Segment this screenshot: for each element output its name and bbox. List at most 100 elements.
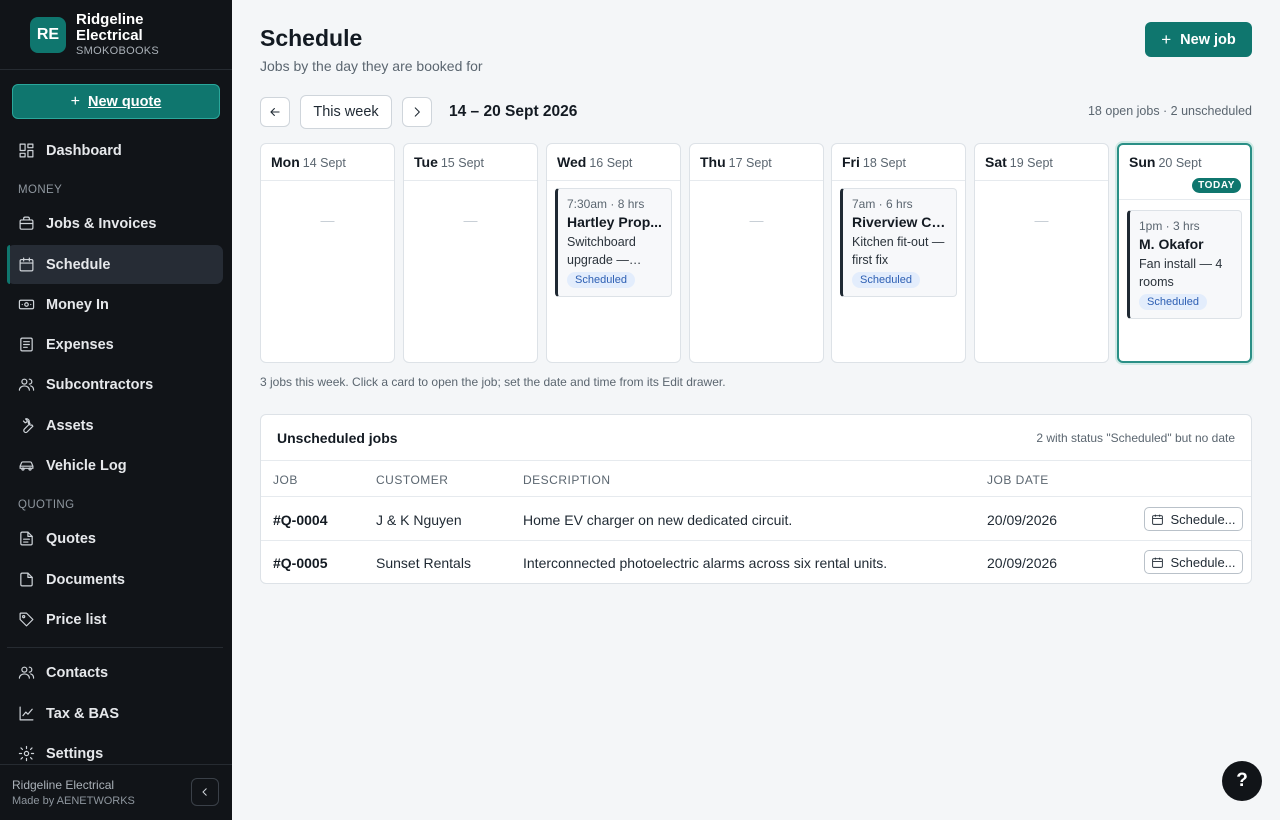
- day-name: Tue: [414, 154, 438, 170]
- week-range: 14 – 20 Sept 2026: [449, 103, 578, 120]
- sidebar-item-label: Expenses: [46, 336, 114, 353]
- table-row: #Q-0004 J & K Nguyen Home EV charger on …: [261, 498, 1251, 541]
- new-job-button[interactable]: + New job: [1145, 22, 1252, 57]
- status-badge: Scheduled: [1139, 294, 1207, 310]
- day-header: Fri 18 Sept: [832, 144, 965, 181]
- arrow-left-icon: [270, 107, 280, 117]
- day-header: Tue 15 Sept: [404, 144, 537, 181]
- collapse-sidebar-button[interactable]: [191, 778, 219, 806]
- schedule-button-label: Schedule...: [1170, 554, 1236, 570]
- job-date: 20/09/2026: [987, 512, 1058, 528]
- sidebar-item-tax-bas[interactable]: Tax & BAS: [7, 694, 223, 733]
- line-chart-icon: [18, 705, 35, 722]
- job-time: 7am · 6 hrs: [852, 197, 913, 211]
- new-job-label: New job: [1180, 31, 1236, 48]
- day-name: Mon: [271, 154, 300, 170]
- job-time: 7:30am · 8 hrs: [567, 197, 645, 211]
- schedule-button-label: Schedule...: [1170, 511, 1236, 527]
- this-week-button[interactable]: This week: [300, 95, 392, 129]
- schedule-button[interactable]: Schedule...: [1144, 507, 1243, 531]
- tag-icon: [18, 611, 35, 628]
- day-name: Fri: [842, 154, 860, 170]
- brand-logo: RE: [30, 16, 66, 53]
- empty-day-placeholder: —: [1034, 212, 1049, 228]
- sidebar-item-label: Price list: [46, 611, 107, 628]
- open-jobs-summary: 18 open jobs · 2 unscheduled: [1087, 104, 1252, 118]
- sidebar-item-vehicle-log[interactable]: Vehicle Log: [7, 446, 223, 485]
- table-header: JOB CUSTOMER DESCRIPTION JOB DATE: [261, 462, 1251, 497]
- sidebar-item-contacts[interactable]: Contacts: [7, 653, 223, 692]
- day-name: Wed: [557, 154, 587, 170]
- day-header: Sat 19 Sept: [975, 144, 1108, 181]
- day-header: Wed 16 Sept: [547, 144, 680, 181]
- calendar-icon: [18, 256, 35, 273]
- job-card[interactable]: 1pm · 3 hrs M. Okafor Fan install — 4 ro…: [1127, 210, 1242, 319]
- job-customer: M. Okafor: [1139, 236, 1204, 252]
- sidebar-item-dashboard[interactable]: Dashboard: [7, 131, 223, 170]
- next-week-button[interactable]: [402, 97, 432, 127]
- column-header-job-date: JOB DATE: [987, 473, 1049, 487]
- users-icon: [18, 664, 35, 681]
- schedule-button[interactable]: Schedule...: [1144, 550, 1243, 574]
- previous-week-button[interactable]: [260, 97, 290, 127]
- job-date: 20/09/2026: [987, 555, 1058, 571]
- day-date: 16 Sept: [589, 156, 633, 170]
- unscheduled-jobs-panel: Unscheduled jobs 2 with status "Schedule…: [260, 414, 1252, 584]
- sidebar-item-documents[interactable]: Documents: [7, 560, 223, 599]
- receipt-icon: [18, 336, 35, 353]
- sidebar-item-label: Jobs & Invoices: [46, 215, 157, 232]
- table-row: #Q-0005 Sunset Rentals Interconnected ph…: [261, 541, 1251, 583]
- day-name: Sun: [1129, 154, 1156, 170]
- sidebar-item-quotes[interactable]: Quotes: [7, 519, 223, 558]
- sidebar-item-schedule[interactable]: Schedule: [7, 245, 223, 284]
- calendar-icon: [1152, 557, 1164, 568]
- divider: [7, 647, 223, 648]
- sidebar-item-label: Settings: [46, 745, 104, 762]
- chevron-left-icon: [202, 788, 207, 796]
- status-badge: Scheduled: [567, 272, 635, 288]
- day-date: 15 Sept: [440, 156, 484, 170]
- brand: RE Ridgeline Electrical SMOKOBOOKS: [0, 0, 232, 70]
- day-column-thu: Thu 17 Sept —: [689, 143, 824, 363]
- column-header-customer: CUSTOMER: [376, 473, 449, 487]
- brand-subtitle: SMOKOBOOKS: [76, 44, 160, 57]
- day-header: Mon 14 Sept: [261, 144, 394, 181]
- empty-day-placeholder: —: [320, 212, 335, 228]
- day-column-wed: Wed 16 Sept 7:30am · 8 hrs Hartley Prop..…: [546, 143, 681, 363]
- briefcase-icon: [18, 215, 35, 232]
- calendar-icon: [1152, 514, 1164, 525]
- job-description: Kitchen fit-out — first fix: [852, 235, 945, 267]
- file-icon: [18, 571, 35, 588]
- section-label-money: MONEY: [18, 184, 63, 196]
- sidebar-item-label: Tax & BAS: [46, 705, 120, 722]
- sidebar-item-subcontractors[interactable]: Subcontractors: [7, 365, 223, 404]
- day-column-tue: Tue 15 Sept —: [403, 143, 538, 363]
- panel-title: Unscheduled jobs: [277, 429, 398, 446]
- sidebar-item-label: Money In: [46, 296, 109, 313]
- help-button[interactable]: ?: [1222, 761, 1262, 801]
- job-number[interactable]: #Q-0004: [273, 512, 327, 528]
- new-quote-button[interactable]: + New quote: [12, 84, 220, 119]
- job-description: Switchboard upgrade — unit...: [567, 235, 636, 267]
- day-column-sun-today: Sun 20 Sept TODAY 1pm · 3 hrs M. Okafor F…: [1117, 143, 1252, 363]
- job-card[interactable]: 7am · 6 hrs Riverview Cafe Kitchen fit-o…: [840, 188, 957, 297]
- day-date: 14 Sept: [302, 156, 346, 170]
- sidebar-item-price-list[interactable]: Price list: [7, 600, 223, 639]
- sidebar-item-assets[interactable]: Assets: [7, 406, 223, 445]
- job-description: Home EV charger on new dedicated circuit…: [523, 512, 793, 528]
- job-number[interactable]: #Q-0005: [273, 555, 327, 571]
- empty-day-placeholder: —: [749, 212, 764, 228]
- footer-company: Ridgeline Electrical: [12, 778, 115, 792]
- sidebar-item-jobs-invoices[interactable]: Jobs & Invoices: [7, 204, 223, 243]
- day-header: Sun 20 Sept TODAY: [1119, 145, 1250, 200]
- car-icon: [18, 457, 35, 474]
- sidebar-item-expenses[interactable]: Expenses: [7, 325, 223, 364]
- sidebar-item-label: Subcontractors: [46, 376, 154, 393]
- day-name: Thu: [700, 154, 726, 170]
- job-card[interactable]: 7:30am · 8 hrs Hartley Prop... Switchboa…: [555, 188, 672, 297]
- sidebar-item-label: Dashboard: [46, 142, 122, 159]
- dashboard-icon: [18, 142, 35, 159]
- sidebar-item-money-in[interactable]: Money In: [7, 285, 223, 324]
- day-date: 20 Sept: [1158, 156, 1202, 170]
- schedule-hint: 3 jobs this week. Click a card to open t…: [260, 375, 726, 389]
